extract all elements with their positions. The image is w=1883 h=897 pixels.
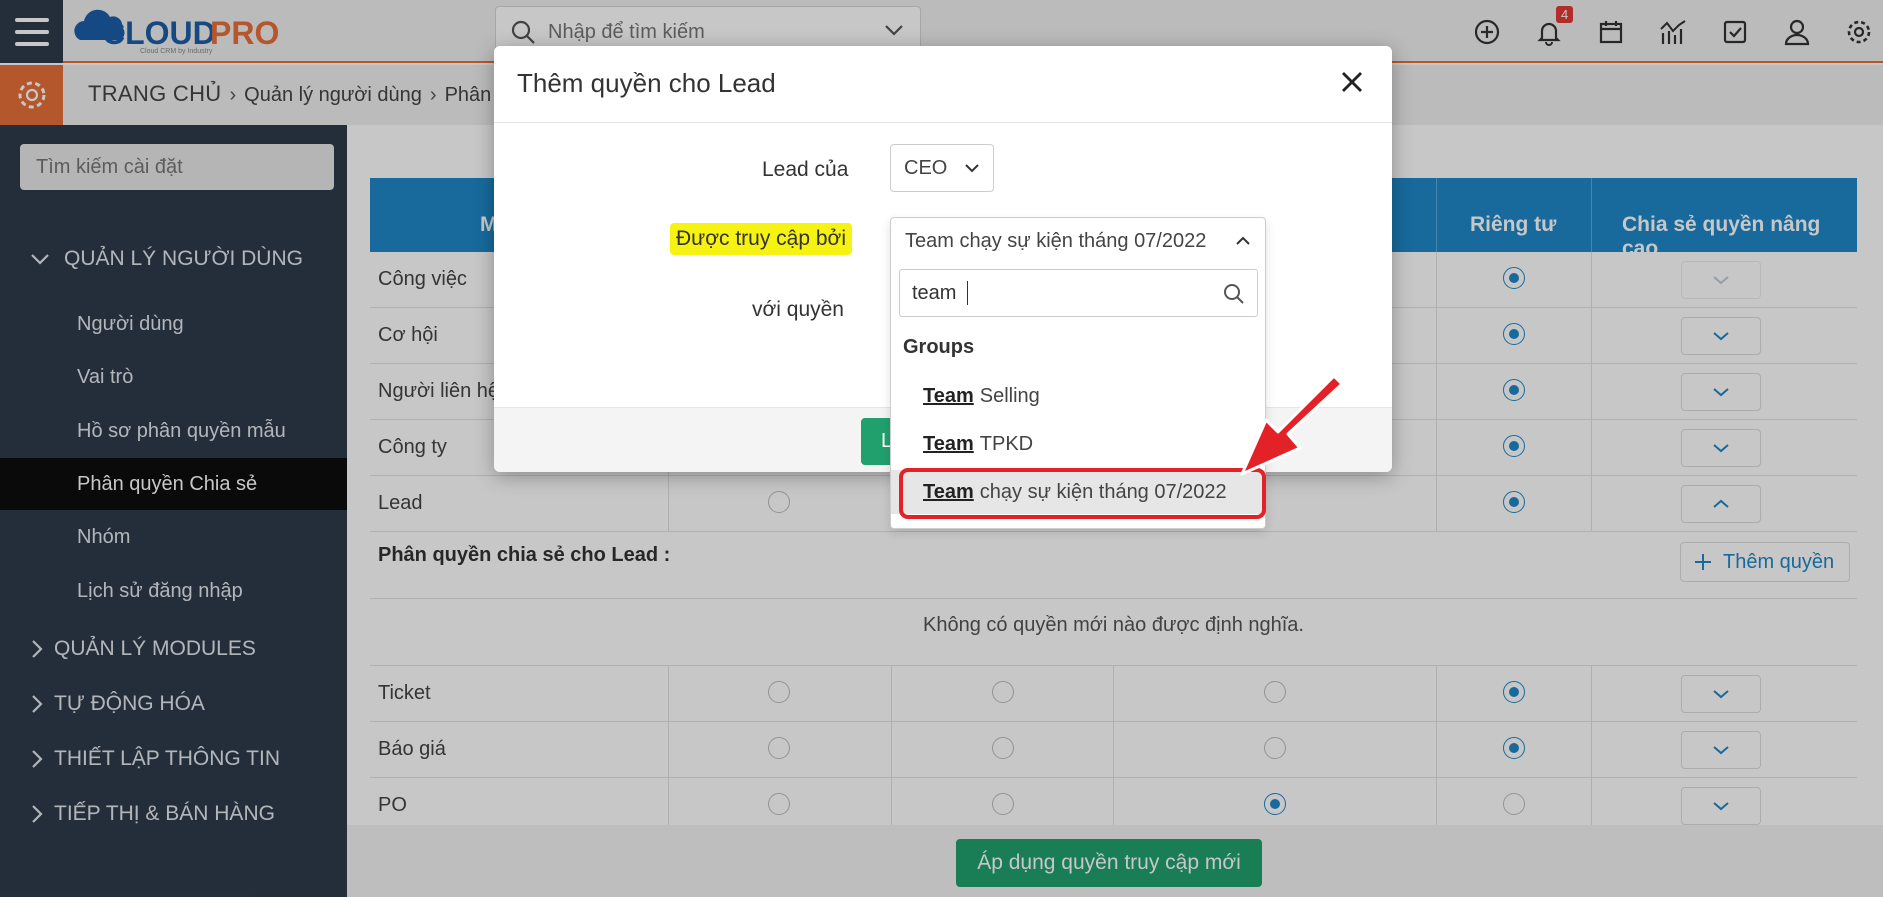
accessed-by-select[interactable]: Team chạy sự kiện tháng 07/2022 <box>891 218 1265 264</box>
pointer-arrow-icon <box>1240 374 1344 476</box>
close-icon[interactable] <box>1334 64 1370 100</box>
option-match: Team <box>923 384 974 407</box>
dropdown-search-input[interactable]: team <box>899 269 1258 317</box>
modal-header: Thêm quyền cho Lead <box>494 46 1392 123</box>
dropdown-group-label: Groups <box>903 336 975 358</box>
permission-label: với quyền <box>752 298 844 321</box>
accessed-by-value: Team chạy sự kiện tháng 07/2022 <box>905 230 1207 252</box>
chevron-up-icon <box>1236 236 1250 245</box>
modal-title: Thêm quyền cho Lead <box>517 68 776 98</box>
lead-of-label: Lead của <box>762 158 849 181</box>
dropdown-search-value: team <box>912 282 957 304</box>
lead-of-value: CEO <box>904 157 948 179</box>
option-text: Selling <box>979 384 1040 407</box>
dropdown-option-team-tpkd[interactable]: Team TPKD <box>891 422 1265 466</box>
option-text: TPKD <box>979 432 1034 455</box>
chevron-down-icon <box>965 164 979 173</box>
accessed-by-label: Được truy cập bởi <box>670 223 852 255</box>
lead-of-select[interactable]: CEO <box>890 144 994 192</box>
highlight-box <box>899 468 1266 519</box>
option-match: Team <box>923 432 974 455</box>
search-icon <box>1224 284 1244 304</box>
dropdown-option-team-selling[interactable]: Team Selling <box>891 374 1265 418</box>
